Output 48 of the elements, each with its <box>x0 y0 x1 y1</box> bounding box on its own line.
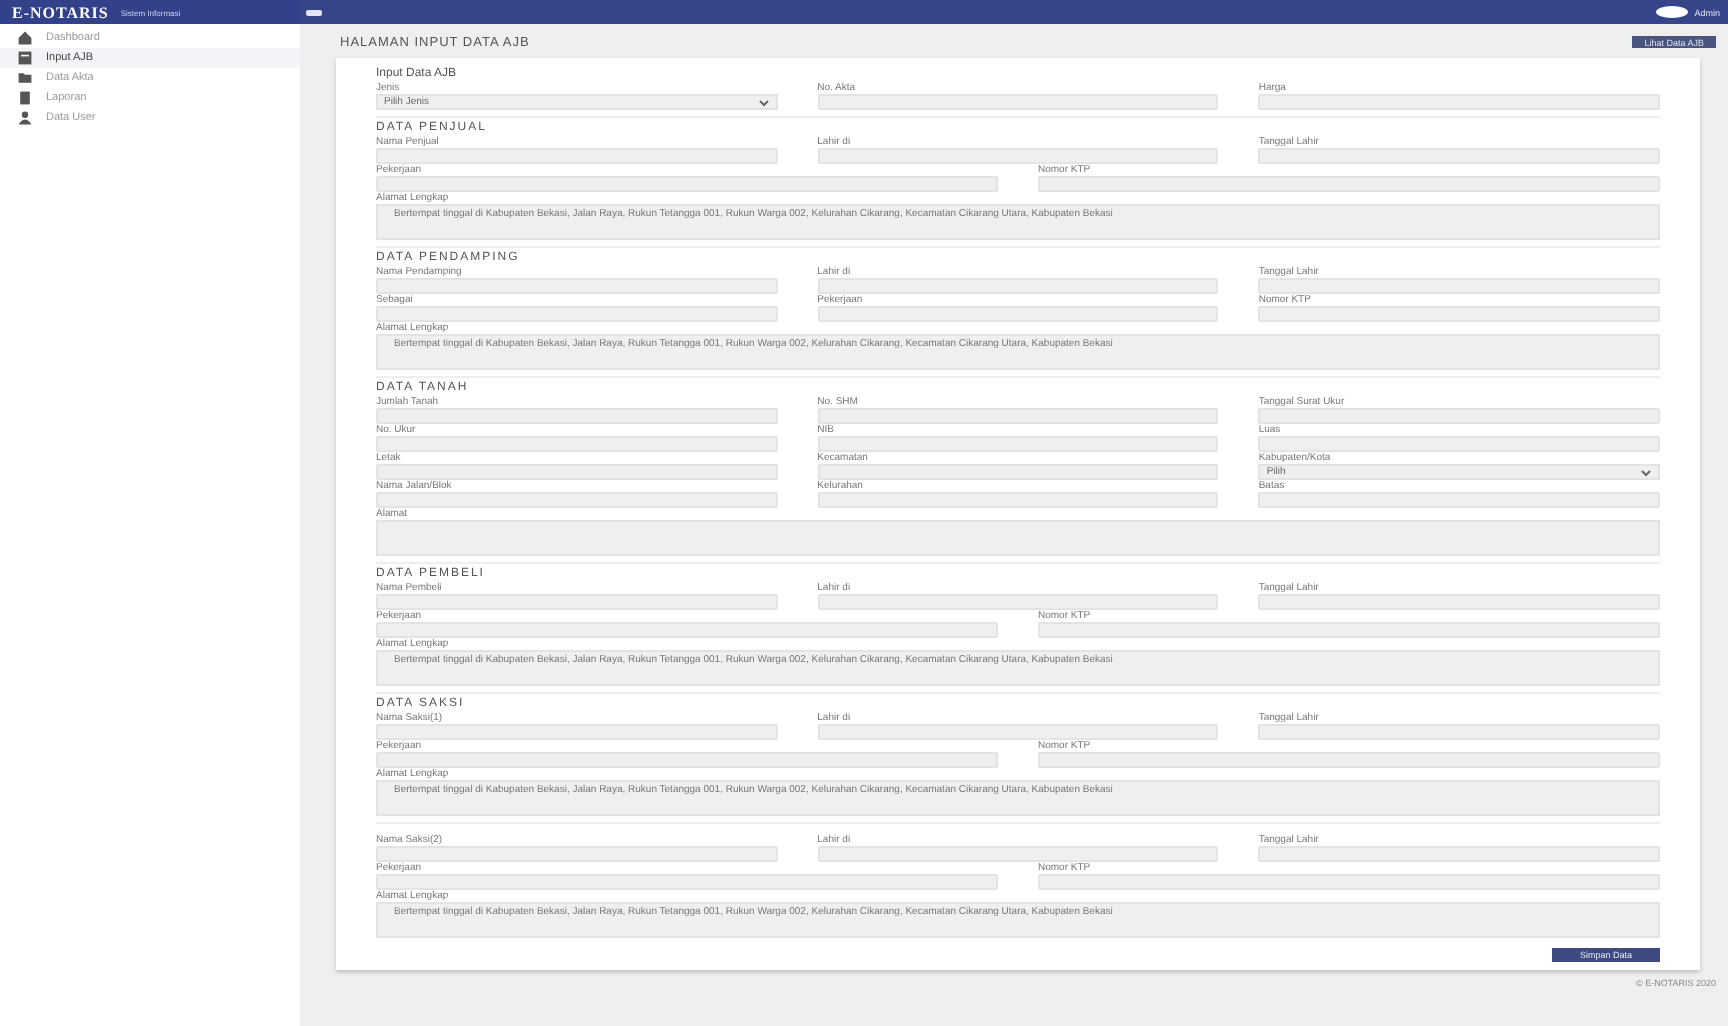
document-icon <box>16 90 34 106</box>
text-input[interactable] <box>376 464 778 480</box>
text-input[interactable] <box>376 306 778 322</box>
text-input[interactable] <box>376 594 778 610</box>
text-input[interactable] <box>1258 148 1660 164</box>
text-input[interactable] <box>1258 594 1660 610</box>
text-input[interactable] <box>376 874 998 890</box>
text-input[interactable] <box>376 278 778 294</box>
text-input[interactable] <box>376 622 998 638</box>
text-input[interactable] <box>1258 408 1660 424</box>
file-icon <box>16 50 34 66</box>
text-input[interactable] <box>817 846 1219 862</box>
caret-icon <box>1640 467 1652 477</box>
text-input[interactable] <box>376 846 778 862</box>
text-input[interactable] <box>817 594 1219 610</box>
text-input[interactable] <box>376 148 778 164</box>
text-input[interactable] <box>817 306 1219 322</box>
text-input[interactable] <box>376 752 998 768</box>
text-input[interactable] <box>1258 436 1660 452</box>
text-input[interactable] <box>817 492 1219 508</box>
text-input[interactable] <box>1258 492 1660 508</box>
text-input[interactable] <box>376 492 778 508</box>
caret-icon <box>757 97 770 107</box>
text-input[interactable] <box>1038 752 1660 768</box>
text-input[interactable] <box>376 436 778 452</box>
text-input[interactable] <box>376 176 998 192</box>
brand-name: E-NOTARIS <box>12 3 109 21</box>
user-icon <box>16 110 34 126</box>
text-input[interactable] <box>376 408 778 424</box>
text-input[interactable] <box>817 148 1219 164</box>
text-input[interactable] <box>817 408 1219 424</box>
text-input[interactable] <box>376 724 778 740</box>
user-avatar[interactable] <box>1656 6 1689 18</box>
text-input[interactable] <box>817 724 1219 740</box>
menu-icon[interactable] <box>306 9 322 15</box>
text-input[interactable] <box>817 94 1219 110</box>
text-input[interactable] <box>817 278 1219 294</box>
text-input[interactable] <box>1258 94 1660 110</box>
text-input[interactable] <box>1258 306 1660 322</box>
text-input[interactable] <box>1258 724 1660 740</box>
text-input[interactable] <box>1258 278 1660 294</box>
text-input[interactable] <box>817 464 1219 480</box>
text-input[interactable] <box>1038 176 1660 192</box>
text-input[interactable] <box>1258 846 1660 862</box>
address-field[interactable] <box>376 520 1660 556</box>
text-input[interactable] <box>817 436 1219 452</box>
text-input[interactable] <box>1038 874 1660 890</box>
text-input[interactable] <box>1038 622 1660 638</box>
